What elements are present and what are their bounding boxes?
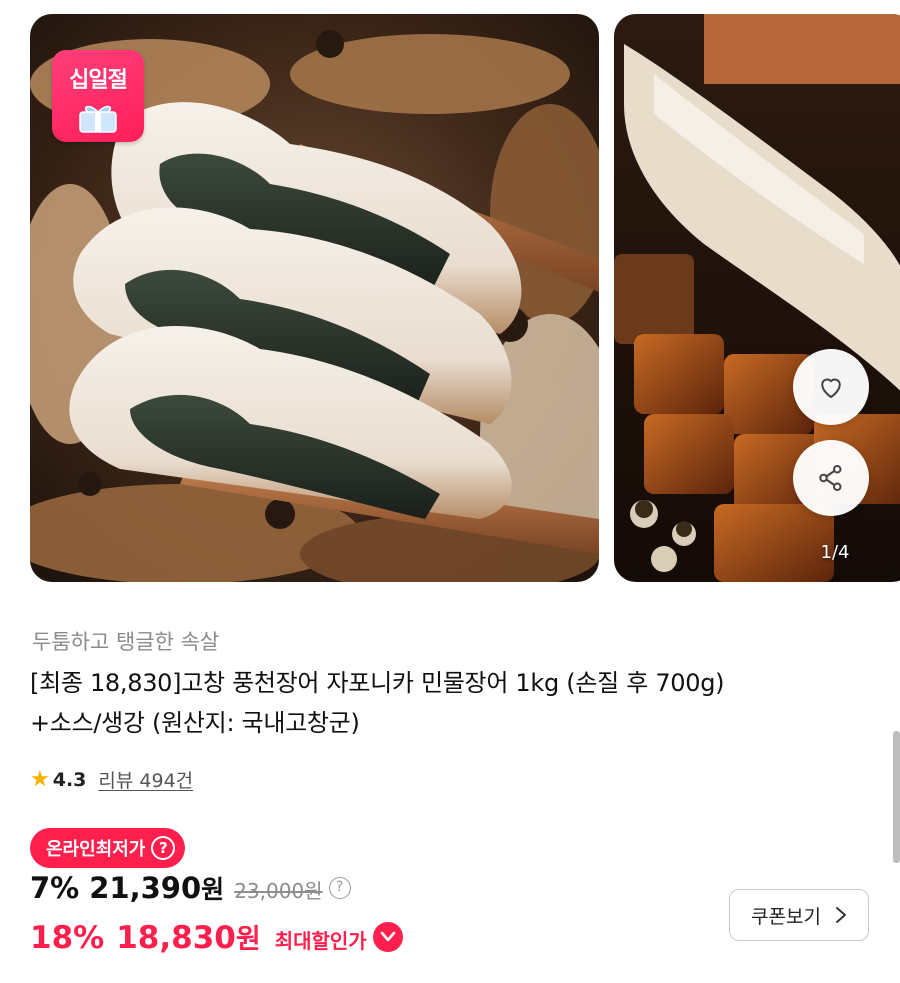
rating-summary: ★ 4.3 리뷰 494건 [30,766,193,793]
max-discount-rate: 18% [30,920,105,956]
chevron-right-icon [835,907,846,923]
image-counter: 1/4 [820,542,850,563]
sale-discount-rate: 7% [30,871,80,905]
view-coupon-button[interactable]: 쿠폰보기 [729,889,869,941]
product-title-line-2: +소스/생강 (원산지: 국내고창군) [30,709,360,737]
gift-icon [79,105,117,133]
event-badge-label: 십일절 [69,68,128,93]
lowest-price-label: 온라인최저가 [46,839,146,860]
sale-price-currency: 원 [201,875,225,904]
product-title: [최종 18,830]고창 풍천장어 자포니카 민물장어 1kg (손질 후 7… [30,663,860,743]
product-subtitle: 두툼하고 탱글한 속살 [32,630,220,654]
share-button[interactable] [793,440,869,516]
help-icon: ? [151,836,176,860]
sale-price: 21,390 [89,871,202,905]
max-discount-row: 18% 18,830 원 최대할인가 [30,917,403,956]
share-icon [819,465,842,491]
original-price: 23,000원 [234,879,323,903]
chevron-down-icon [380,931,395,941]
max-discount-price: 18,830 [116,920,236,956]
view-coupon-label: 쿠폰보기 [751,905,821,928]
heart-icon [821,378,841,398]
max-discount-expand-button[interactable] [372,921,403,952]
sale-price-row: 7% 21,390 원 23,000원 ? [30,870,351,906]
star-icon: ★ [30,767,50,792]
image-gallery[interactable]: 십일절 1/4 [0,14,900,582]
rating-score: 4.3 [52,768,87,791]
product-title-line-1: [최종 18,830]고창 풍천장어 자포니카 민물장어 1kg (손질 후 7… [30,669,725,697]
event-badge: 십일절 [52,50,144,142]
max-discount-label: 최대할인가 [274,929,367,953]
lowest-price-badge[interactable]: 온라인최저가 ? [30,828,186,868]
scrollbar[interactable] [893,731,900,863]
wishlist-button[interactable] [793,349,869,425]
max-discount-currency: 원 [235,924,261,955]
price-info-icon[interactable]: ? [328,877,351,899]
review-count-link[interactable]: 리뷰 494건 [98,766,193,793]
